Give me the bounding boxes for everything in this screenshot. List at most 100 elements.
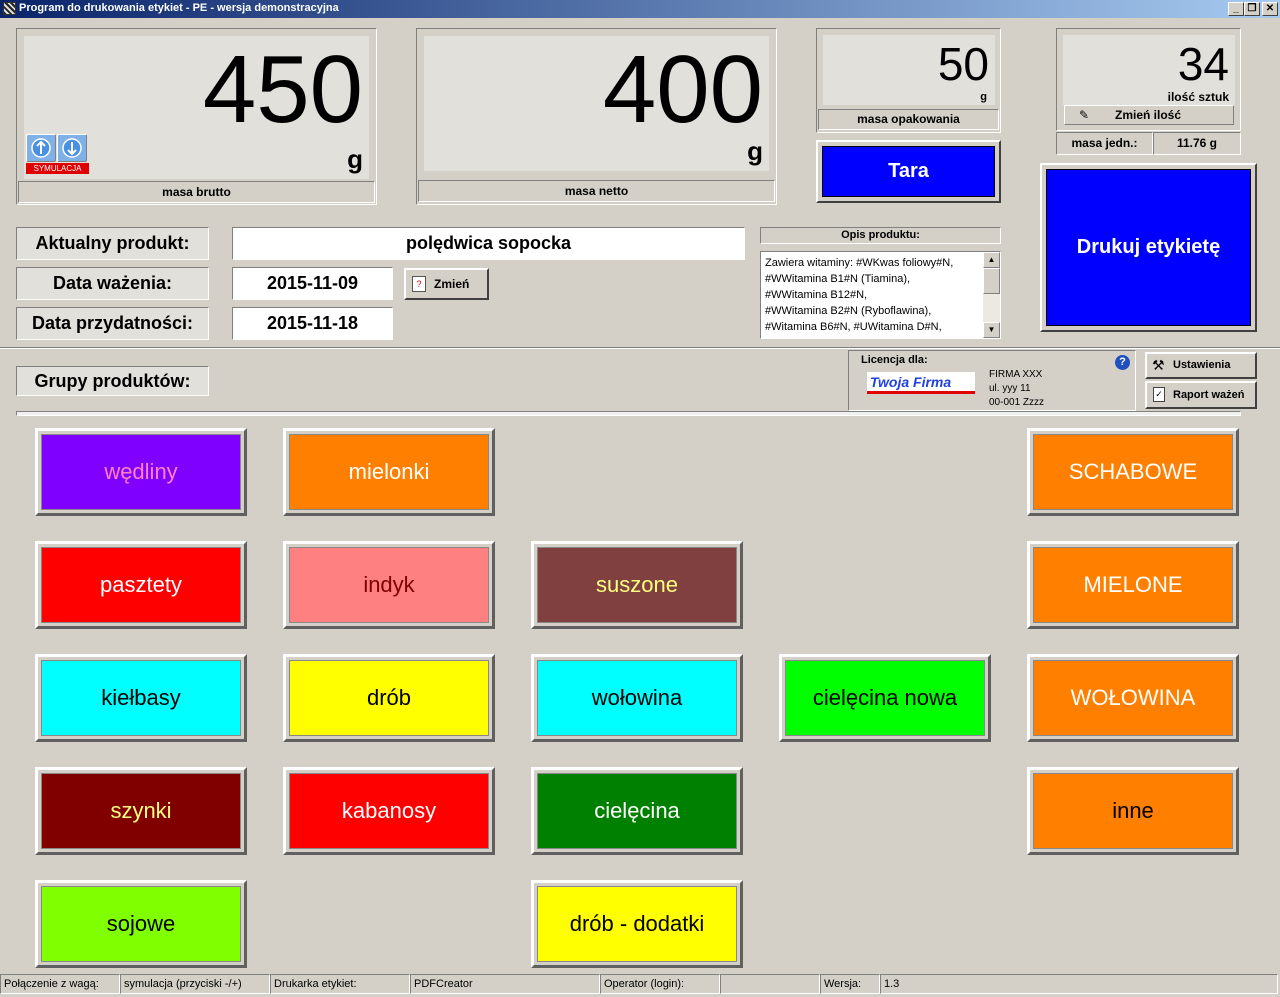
scroll-down-icon[interactable]: ▼ (983, 322, 1000, 338)
tare-display: 50 g (823, 35, 995, 105)
status-operator-label: Operator (login): (600, 974, 720, 994)
description-box[interactable]: Zawiera witaminy: #WKwas foliowy#N, #WWi… (760, 251, 1001, 339)
status-connection-value: symulacja (przyciski -/+) (120, 974, 270, 994)
pieces-panel: 34 ilość sztuk ✎ Zmień ilość (1056, 28, 1241, 131)
tara-button[interactable]: Tara (816, 140, 1001, 203)
group-button-kabanosy[interactable]: kabanosy (283, 767, 495, 855)
description-line: Zawiera witaminy: #WKwas foliowy#N, (765, 257, 954, 269)
simulation-badge: SYMULACJA (26, 163, 89, 174)
scroll-up-icon[interactable]: ▲ (983, 252, 1000, 268)
description-scrollbar[interactable]: ▲ ▼ (983, 252, 1000, 338)
group-button-drob[interactable]: drób (283, 654, 495, 742)
group-label: mielonki (289, 434, 489, 510)
group-label: kabanosy (289, 773, 489, 849)
weight-up-button[interactable] (26, 134, 56, 162)
license-line: ul. yyy 11 (989, 383, 1031, 394)
brutto-panel: 450 g SYMULACJA masa brutto (16, 28, 377, 205)
company-logo: Twoja Firma (867, 372, 975, 394)
netto-unit: g (747, 136, 763, 166)
description-text: Zawiera witaminy: #WKwas foliowy#N, #WWi… (765, 255, 981, 335)
scroll-thumb[interactable] (983, 268, 1000, 294)
group-button-inne[interactable]: inne (1027, 767, 1239, 855)
weight-down-button[interactable] (57, 134, 87, 162)
group-label: drób (289, 660, 489, 736)
company-logo-text: Twoja Firma (870, 374, 952, 390)
separator (0, 347, 1280, 349)
description-line: #WWitamina B2#N (Ryboflawina), (765, 305, 932, 317)
license-address: FIRMA XXX ul. yyy 11 00-001 Zzzz (989, 368, 1044, 410)
close-icon[interactable]: ✕ (1262, 2, 1278, 16)
group-button-mielonki[interactable]: mielonki (283, 428, 495, 516)
print-label-button[interactable]: Drukuj etykietę (1040, 163, 1257, 332)
restore-icon[interactable]: ❐ (1244, 2, 1260, 16)
group-button-cielecina-nowa[interactable]: cielęcina nowa (779, 654, 991, 742)
status-version-value: 1.3 (880, 974, 1278, 994)
netto-value: 400 (602, 36, 763, 143)
pieces-value: 34 (1177, 38, 1229, 90)
tara-label: Tara (822, 146, 995, 197)
status-version-label: Wersja: (820, 974, 880, 994)
status-connection-label: Połączenie z wagą: (0, 974, 120, 994)
group-label: suszone (537, 547, 737, 623)
status-operator-value (720, 974, 820, 994)
brutto-value: 450 (202, 36, 363, 143)
status-printer-label: Drukarka etykiet: (270, 974, 410, 994)
group-button-suszone[interactable]: suszone (531, 541, 743, 629)
change-quantity-button[interactable]: ✎ Zmień ilość (1064, 105, 1234, 125)
report-button[interactable]: ✓ Raport ważeń (1145, 381, 1257, 409)
weigh-date-label: Data ważenia: (16, 267, 209, 300)
group-button-cielecina[interactable]: cielęcina (531, 767, 743, 855)
group-button-mielone[interactable]: MIELONE (1027, 541, 1239, 629)
group-button-schabowe[interactable]: SCHABOWE (1027, 428, 1239, 516)
status-printer-value: PDFCreator (410, 974, 600, 994)
group-button-sojowe[interactable]: sojowe (35, 880, 247, 968)
group-button-drob-dodatki[interactable]: drób - dodatki (531, 880, 743, 968)
group-button-indyk[interactable]: indyk (283, 541, 495, 629)
help-icon[interactable]: ? (1115, 355, 1130, 370)
pieces-display: 34 ilość sztuk (1063, 35, 1235, 105)
brutto-unit: g (347, 144, 363, 174)
calendar-icon: ? (412, 276, 426, 292)
license-title: Licencja dla: (861, 354, 928, 366)
current-product-label: Aktualny produkt: (16, 227, 209, 260)
arrow-down-icon (62, 138, 82, 158)
settings-button[interactable]: ⚒ Ustawienia (1145, 352, 1257, 379)
expiry-date-value: 2015-11-18 (232, 307, 393, 340)
minimize-icon[interactable]: _ (1228, 2, 1244, 16)
group-label: cielęcina nowa (785, 660, 985, 736)
change-date-button[interactable]: ? Zmień (404, 268, 489, 300)
group-button-wolowina-upper[interactable]: WOŁOWINA (1027, 654, 1239, 742)
settings-label: Ustawienia (1173, 359, 1231, 371)
unit-mass-label: masa jedn.: (1056, 132, 1153, 155)
group-button-wolowina[interactable]: wołowina (531, 654, 743, 742)
group-button-wedliny[interactable]: wędliny (35, 428, 247, 516)
group-label: WOŁOWINA (1033, 660, 1233, 736)
groups-divider (16, 411, 1241, 416)
groups-label: Grupy produktów: (16, 366, 209, 396)
group-button-pasztety[interactable]: pasztety (35, 541, 247, 629)
group-label: drób - dodatki (537, 886, 737, 962)
group-button-kielbasy[interactable]: kiełbasy (35, 654, 247, 742)
group-label: SCHABOWE (1033, 434, 1233, 510)
netto-label: masa netto (418, 180, 775, 202)
description-title: Opis produktu: (760, 227, 1001, 244)
group-button-szynki[interactable]: szynki (35, 767, 247, 855)
group-label: szynki (41, 773, 241, 849)
change-date-label: Zmień (434, 277, 470, 291)
tare-value: 50 (937, 38, 989, 90)
group-label: cielęcina (537, 773, 737, 849)
brutto-display: 450 g SYMULACJA (24, 36, 369, 179)
expiry-date-label: Data przydatności: (16, 307, 209, 340)
license-line: 00-001 Zzzz (989, 397, 1045, 408)
tare-panel: 50 g masa opakowania (816, 28, 1001, 133)
netto-display: 400 g (424, 36, 769, 171)
group-label: kiełbasy (41, 660, 241, 736)
license-line: FIRMA XXX (989, 369, 1043, 380)
brutto-label: masa brutto (18, 181, 375, 203)
current-product-value: polędwica sopocka (232, 227, 745, 260)
group-label: wołowina (537, 660, 737, 736)
description-line: #WWitamina B12#N, (765, 289, 868, 301)
window-title: Program do drukowania etykiet - PE - wer… (19, 2, 339, 14)
description-line: #Witamina B6#N, #UWitamina D#N, (765, 321, 942, 333)
netto-panel: 400 g masa netto (416, 28, 777, 205)
